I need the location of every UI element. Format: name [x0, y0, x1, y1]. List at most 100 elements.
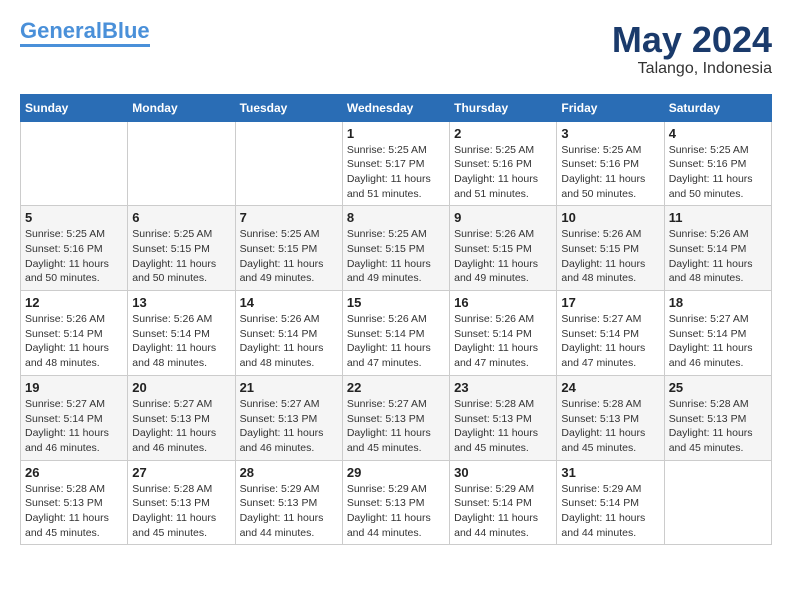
day-number: 22	[347, 380, 445, 395]
calendar-table: SundayMondayTuesdayWednesdayThursdayFrid…	[20, 94, 772, 546]
calendar-day-cell: 9 Sunrise: 5:26 AM Sunset: 5:15 PM Daylig…	[450, 206, 557, 291]
calendar-day-cell: 22 Sunrise: 5:27 AM Sunset: 5:13 PM Dayli…	[342, 375, 449, 460]
day-info: Sunrise: 5:28 AM Sunset: 5:13 PM Dayligh…	[561, 397, 659, 456]
calendar-day-cell: 10Sunrise: 5:26 AM Sunset: 5:15 PM Dayli…	[557, 206, 664, 291]
day-number: 12	[25, 295, 123, 310]
day-number: 30	[454, 465, 552, 480]
calendar-day-cell: 2 Sunrise: 5:25 AM Sunset: 5:16 PM Daylig…	[450, 121, 557, 206]
day-info: Sunrise: 5:29 AM Sunset: 5:13 PM Dayligh…	[347, 482, 445, 541]
day-number: 8	[347, 210, 445, 225]
calendar-day-cell: 11Sunrise: 5:26 AM Sunset: 5:14 PM Dayli…	[664, 206, 771, 291]
logo-general: General	[20, 18, 102, 43]
page-header: GeneralBlue May 2024 Talango, Indonesia	[20, 20, 772, 78]
day-number: 21	[240, 380, 338, 395]
calendar-week-row: 5 Sunrise: 5:25 AM Sunset: 5:16 PM Daylig…	[21, 206, 772, 291]
day-info: Sunrise: 5:27 AM Sunset: 5:14 PM Dayligh…	[25, 397, 123, 456]
calendar-day-cell: 7 Sunrise: 5:25 AM Sunset: 5:15 PM Daylig…	[235, 206, 342, 291]
month-title: May 2024	[612, 20, 772, 60]
calendar-day-cell: 15Sunrise: 5:26 AM Sunset: 5:14 PM Dayli…	[342, 291, 449, 376]
calendar-day-cell: 27 Sunrise: 5:28 AM Sunset: 5:13 PM Dayli…	[128, 460, 235, 545]
day-info: Sunrise: 5:25 AM Sunset: 5:15 PM Dayligh…	[132, 227, 230, 286]
calendar-day-cell: 20Sunrise: 5:27 AM Sunset: 5:13 PM Dayli…	[128, 375, 235, 460]
calendar-day-cell: 1 Sunrise: 5:25 AM Sunset: 5:17 PM Daylig…	[342, 121, 449, 206]
day-number: 20	[132, 380, 230, 395]
weekday-header-cell: Thursday	[450, 94, 557, 121]
day-info: Sunrise: 5:26 AM Sunset: 5:14 PM Dayligh…	[347, 312, 445, 371]
day-number: 10	[561, 210, 659, 225]
day-info: Sunrise: 5:25 AM Sunset: 5:16 PM Dayligh…	[454, 143, 552, 202]
logo: GeneralBlue	[20, 20, 150, 47]
day-info: Sunrise: 5:26 AM Sunset: 5:14 PM Dayligh…	[25, 312, 123, 371]
calendar-day-cell: 19 Sunrise: 5:27 AM Sunset: 5:14 PM Dayli…	[21, 375, 128, 460]
day-info: Sunrise: 5:25 AM Sunset: 5:17 PM Dayligh…	[347, 143, 445, 202]
day-number: 7	[240, 210, 338, 225]
day-info: Sunrise: 5:26 AM Sunset: 5:15 PM Dayligh…	[454, 227, 552, 286]
day-number: 4	[669, 126, 767, 141]
day-info: Sunrise: 5:25 AM Sunset: 5:16 PM Dayligh…	[669, 143, 767, 202]
calendar-day-cell: 8Sunrise: 5:25 AM Sunset: 5:15 PM Daylig…	[342, 206, 449, 291]
calendar-day-cell: 16 Sunrise: 5:26 AM Sunset: 5:14 PM Dayli…	[450, 291, 557, 376]
day-number: 2	[454, 126, 552, 141]
logo-text: GeneralBlue	[20, 20, 150, 42]
calendar-day-cell	[128, 121, 235, 206]
day-info: Sunrise: 5:25 AM Sunset: 5:15 PM Dayligh…	[240, 227, 338, 286]
calendar-week-row: 12 Sunrise: 5:26 AM Sunset: 5:14 PM Dayli…	[21, 291, 772, 376]
calendar-day-cell: 21 Sunrise: 5:27 AM Sunset: 5:13 PM Dayli…	[235, 375, 342, 460]
calendar-day-cell: 5 Sunrise: 5:25 AM Sunset: 5:16 PM Daylig…	[21, 206, 128, 291]
calendar-day-cell: 14Sunrise: 5:26 AM Sunset: 5:14 PM Dayli…	[235, 291, 342, 376]
day-number: 24	[561, 380, 659, 395]
day-info: Sunrise: 5:27 AM Sunset: 5:13 PM Dayligh…	[240, 397, 338, 456]
calendar-day-cell	[235, 121, 342, 206]
day-info: Sunrise: 5:27 AM Sunset: 5:14 PM Dayligh…	[669, 312, 767, 371]
day-number: 14	[240, 295, 338, 310]
calendar-day-cell: 23 Sunrise: 5:28 AM Sunset: 5:13 PM Dayli…	[450, 375, 557, 460]
day-info: Sunrise: 5:28 AM Sunset: 5:13 PM Dayligh…	[454, 397, 552, 456]
day-info: Sunrise: 5:28 AM Sunset: 5:13 PM Dayligh…	[25, 482, 123, 541]
day-number: 18	[669, 295, 767, 310]
calendar-day-cell	[21, 121, 128, 206]
day-info: Sunrise: 5:27 AM Sunset: 5:14 PM Dayligh…	[561, 312, 659, 371]
calendar-day-cell: 12 Sunrise: 5:26 AM Sunset: 5:14 PM Dayli…	[21, 291, 128, 376]
day-info: Sunrise: 5:26 AM Sunset: 5:14 PM Dayligh…	[454, 312, 552, 371]
day-number: 13	[132, 295, 230, 310]
day-number: 16	[454, 295, 552, 310]
calendar-week-row: 19 Sunrise: 5:27 AM Sunset: 5:14 PM Dayli…	[21, 375, 772, 460]
day-number: 26	[25, 465, 123, 480]
weekday-header-cell: Saturday	[664, 94, 771, 121]
weekday-header-cell: Wednesday	[342, 94, 449, 121]
day-info: Sunrise: 5:25 AM Sunset: 5:16 PM Dayligh…	[561, 143, 659, 202]
day-info: Sunrise: 5:29 AM Sunset: 5:13 PM Dayligh…	[240, 482, 338, 541]
calendar-day-cell: 13 Sunrise: 5:26 AM Sunset: 5:14 PM Dayli…	[128, 291, 235, 376]
day-info: Sunrise: 5:28 AM Sunset: 5:13 PM Dayligh…	[669, 397, 767, 456]
day-number: 31	[561, 465, 659, 480]
day-number: 29	[347, 465, 445, 480]
day-number: 5	[25, 210, 123, 225]
day-number: 9	[454, 210, 552, 225]
day-number: 28	[240, 465, 338, 480]
day-number: 6	[132, 210, 230, 225]
day-number: 3	[561, 126, 659, 141]
day-number: 17	[561, 295, 659, 310]
day-info: Sunrise: 5:29 AM Sunset: 5:14 PM Dayligh…	[454, 482, 552, 541]
day-info: Sunrise: 5:28 AM Sunset: 5:13 PM Dayligh…	[132, 482, 230, 541]
calendar-day-cell: 17 Sunrise: 5:27 AM Sunset: 5:14 PM Dayli…	[557, 291, 664, 376]
calendar-day-cell: 31Sunrise: 5:29 AM Sunset: 5:14 PM Dayli…	[557, 460, 664, 545]
weekday-header-cell: Sunday	[21, 94, 128, 121]
day-info: Sunrise: 5:27 AM Sunset: 5:13 PM Dayligh…	[347, 397, 445, 456]
day-number: 27	[132, 465, 230, 480]
title-block: May 2024 Talango, Indonesia	[612, 20, 772, 78]
day-info: Sunrise: 5:26 AM Sunset: 5:14 PM Dayligh…	[132, 312, 230, 371]
calendar-body: 1 Sunrise: 5:25 AM Sunset: 5:17 PM Daylig…	[21, 121, 772, 545]
calendar-day-cell: 18 Sunrise: 5:27 AM Sunset: 5:14 PM Dayli…	[664, 291, 771, 376]
calendar-day-cell: 30 Sunrise: 5:29 AM Sunset: 5:14 PM Dayli…	[450, 460, 557, 545]
day-number: 1	[347, 126, 445, 141]
day-info: Sunrise: 5:25 AM Sunset: 5:16 PM Dayligh…	[25, 227, 123, 286]
day-number: 23	[454, 380, 552, 395]
calendar-day-cell: 6 Sunrise: 5:25 AM Sunset: 5:15 PM Daylig…	[128, 206, 235, 291]
day-number: 11	[669, 210, 767, 225]
calendar-day-cell: 25Sunrise: 5:28 AM Sunset: 5:13 PM Dayli…	[664, 375, 771, 460]
day-number: 19	[25, 380, 123, 395]
location-title: Talango, Indonesia	[612, 60, 772, 78]
calendar-day-cell: 26 Sunrise: 5:28 AM Sunset: 5:13 PM Dayli…	[21, 460, 128, 545]
weekday-header-cell: Monday	[128, 94, 235, 121]
